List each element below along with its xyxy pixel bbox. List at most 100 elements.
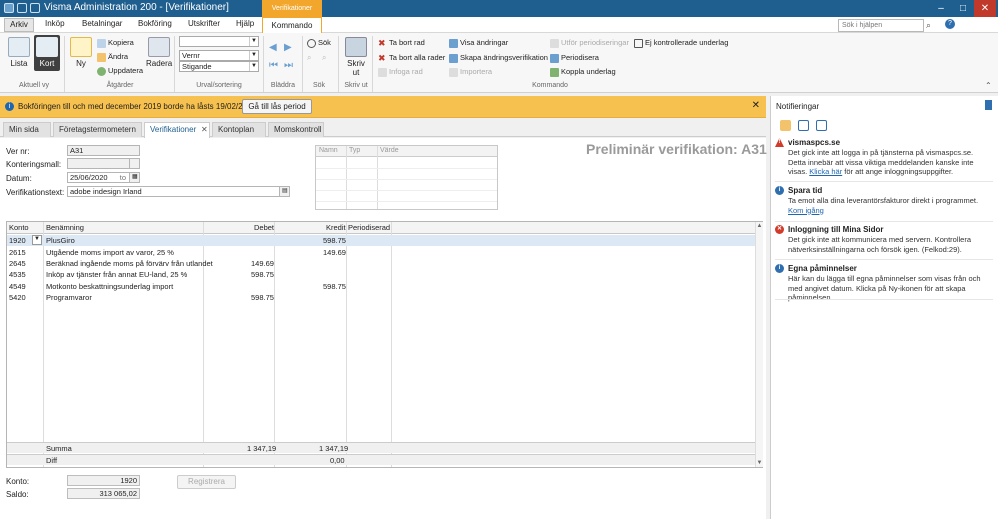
text-lookup-icon[interactable]: ▤ [279,186,290,197]
ta-bort-rad-button[interactable]: ✖ Ta bort rad [378,38,425,48]
periodize-icon [550,53,559,63]
grid-scrollbar[interactable]: ▲ ▼ [755,222,763,467]
sort-order-combo[interactable]: Stigande ▼ [179,61,259,72]
vernr-field[interactable]: A31 [67,145,140,156]
ej-kontrollerade-underlag-button[interactable]: Ej kontrollerade underlag [634,38,728,48]
new-reminder-icon[interactable] [780,120,791,131]
lock-period-banner: i Bokföringen till och med december 2019… [0,96,766,118]
help-icon[interactable]: ? [945,19,955,29]
kom-igang-link[interactable]: Kom igång [788,206,824,215]
col-periodiserad[interactable]: Periodiserad [348,223,390,232]
kopiera-button[interactable]: Kopiera [97,38,134,48]
tab-kommando[interactable]: Kommando [262,17,322,33]
koppla-underlag-button[interactable]: Koppla underlag [550,67,616,77]
konteringsmall-lookup-icon[interactable] [129,158,140,169]
konteringsmall-field[interactable] [67,158,130,169]
calendar-icon[interactable]: ▦ [129,172,140,183]
help-search-input[interactable]: Sök i hjälpen [838,19,924,32]
lista-button[interactable]: Lista [6,37,32,68]
skapa-andringsverifikation-button[interactable]: Skapa ändringsverifikation [449,53,548,63]
datum-field[interactable]: 25/06/2020 to [67,172,130,183]
periodisera-button[interactable]: Periodisera [550,53,599,63]
table-row[interactable]: 1920 ▼ PlusGiro 598.75 [7,235,755,246]
save-icon[interactable] [17,3,27,13]
previous-icon[interactable]: ◀ [269,42,277,53]
radera-button[interactable]: Radera [146,37,172,68]
scroll-up-icon[interactable]: ▲ [756,223,763,229]
table-row[interactable]: 2645 Beräknad ingående moms på förvärv f… [7,258,755,269]
create-change-icon [449,53,458,63]
saldo-value: 313 065,02 [67,488,140,499]
visa-andringar-button[interactable]: Visa ändringar [449,38,508,48]
tab-momskontroll[interactable]: Momskontroll [268,122,324,137]
tab-arkiv[interactable]: Arkiv [4,18,34,32]
tab-bokforing[interactable]: Bokföring [138,19,172,28]
collapse-ribbon-icon[interactable]: ⌃ [985,81,992,90]
tab-foretagstermometern[interactable]: Företagstermometern [53,122,142,137]
skriv-ut-button[interactable]: Skriv ut [343,37,369,77]
scroll-down-icon[interactable]: ▼ [756,460,763,466]
tab-kontoplan[interactable]: Kontoplan [212,122,266,137]
context-tab-header: Verifikationer [262,0,322,17]
infoga-rad-button[interactable]: Infoga rad [378,67,423,77]
last-icon[interactable]: ⏭ [284,60,293,71]
title-bar: Visma Administration 200 - [Verifikation… [0,0,998,17]
attribute-table[interactable]: Namn Typ Värde [315,145,498,210]
filter-icon[interactable]: ⌕ [307,53,311,63]
tab-betalningar[interactable]: Betalningar [82,19,122,28]
pin-icon[interactable] [985,100,992,110]
table-row[interactable]: 5420 Programvaror 598.75 [7,292,755,303]
first-icon[interactable]: ⏮ [269,60,278,71]
table-row[interactable]: 4549 Motkonto beskattningsunderlag impor… [7,281,755,292]
group-label-sok: Sök [312,82,326,89]
table-row[interactable]: 2615 Utgående moms import av varor, 25 %… [7,247,755,258]
col-debet[interactable]: Debet [254,223,274,232]
registrera-button[interactable]: Registrera [177,475,236,489]
col-konto[interactable]: Konto [9,223,29,232]
ta-bort-alla-rader-button[interactable]: ✖ Ta bort alla rader [378,53,445,63]
ga-till-las-period-button[interactable]: Gå till lås period [242,99,312,114]
importera-button[interactable]: Importera [449,67,492,77]
verifikationstext-field[interactable]: adobe indesign Irland [67,186,280,197]
transactions-grid[interactable]: Konto Benämning Debet Kredit Periodisera… [6,221,763,468]
info-icon: i [775,186,784,195]
col-kredit[interactable]: Kredit [326,223,346,232]
tab-min-sida[interactable]: Min sida [3,122,51,137]
klicka-har-link[interactable]: Klicka här [809,167,842,176]
tab-hjalp[interactable]: Hjälp [236,19,254,28]
tab-inkop[interactable]: Inköp [45,19,65,28]
search-icon[interactable]: ⌕ [926,20,931,31]
maximize-button[interactable]: □ [952,0,974,17]
table-row[interactable]: 4535 Inköp av tjänster från annat EU-lan… [7,269,755,280]
close-button[interactable]: ✕ [974,0,996,17]
app-icon [4,3,14,13]
urval-combo[interactable]: ▼ [179,36,259,47]
andra-button[interactable]: Ändra [97,52,128,62]
printer-icon [345,37,367,57]
group-label-skriv-ut: Skriv ut [344,82,368,89]
utfor-periodiseringar-button[interactable]: Utför periodiseringar [550,38,629,48]
close-tab-icon[interactable]: ✕ [201,123,208,137]
next-icon[interactable]: ▶ [284,42,292,53]
minimize-button[interactable]: – [930,0,952,17]
tab-verifikationer[interactable]: Verifikationer ✕ [144,122,210,138]
banner-text: Bokföringen till och med december 2019 b… [18,102,259,111]
chevron-down-icon[interactable]: ▼ [32,235,42,245]
close-icon[interactable]: ✕ [752,100,760,111]
kort-button[interactable]: Kort [34,35,60,71]
col-benamning[interactable]: Benämning [46,223,84,232]
window-title: Visma Administration 200 - [Verifikation… [44,2,229,13]
settings-icon[interactable] [816,120,827,131]
period-run-icon [550,38,559,48]
insert-row-icon [378,67,387,77]
sok-button[interactable]: Sök [307,38,331,48]
filter-clear-icon[interactable]: ⌕ [322,53,326,63]
sort-field-combo[interactable]: Vernr ▼ [179,50,259,61]
tab-utskrifter[interactable]: Utskrifter [188,19,220,28]
uppdatera-button[interactable]: Uppdatera [97,66,143,76]
ny-button[interactable]: Ny [70,37,92,68]
refresh-icon[interactable] [798,120,809,131]
list-icon [8,37,30,57]
undo-icon[interactable] [30,3,40,13]
info-icon: i [775,264,784,273]
